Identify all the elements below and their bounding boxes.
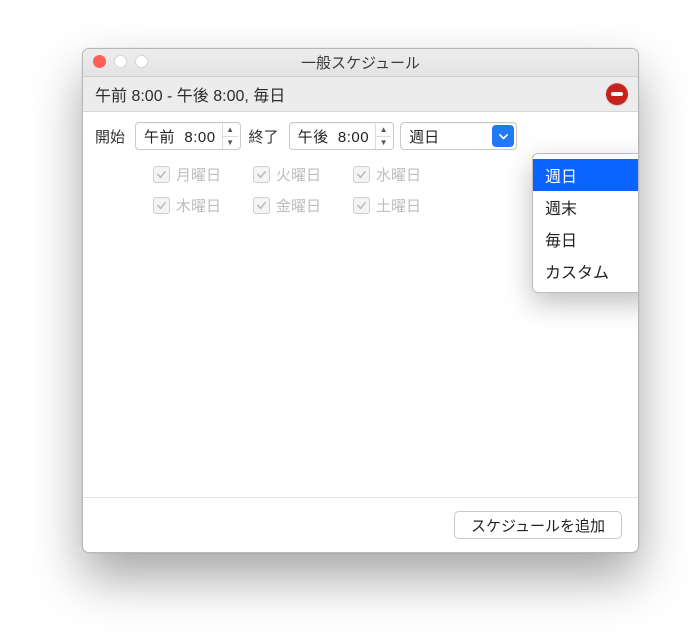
end-time-step-down[interactable]: ▼	[376, 137, 391, 149]
delete-schedule-button[interactable]	[606, 83, 628, 105]
start-time-value: 午前 8:00	[144, 126, 216, 147]
repeat-menu-item[interactable]: 週日	[533, 159, 639, 191]
traffic-lights	[93, 55, 148, 68]
start-time-field[interactable]: 午前 8:00 ▲ ▼	[135, 122, 241, 150]
close-window-button[interactable]	[93, 55, 106, 68]
day-label: 金曜日	[276, 195, 321, 216]
end-time-step-up[interactable]: ▲	[376, 124, 391, 137]
day-checkbox[interactable]: 水曜日	[353, 164, 453, 185]
day-label: 水曜日	[376, 164, 421, 185]
titlebar: 一般スケジュール	[83, 49, 638, 77]
chevron-down-icon	[498, 131, 509, 142]
day-checkbox[interactable]: 金曜日	[253, 195, 353, 216]
day-label: 木曜日	[176, 195, 221, 216]
repeat-combo[interactable]: 週日	[400, 122, 517, 150]
time-row: 開始 午前 8:00 ▲ ▼ 終了 午後 8:00 ▲ ▼ 週日	[95, 122, 626, 150]
checkbox-icon	[253, 166, 270, 183]
repeat-combo-open-button[interactable]	[492, 125, 514, 147]
repeat-combo-value: 週日	[409, 126, 439, 147]
day-checkbox[interactable]: 火曜日	[253, 164, 353, 185]
repeat-menu-item[interactable]: カスタム	[533, 255, 639, 287]
start-time-stepper: ▲ ▼	[222, 124, 238, 149]
add-schedule-button[interactable]: スケジュールを追加	[454, 511, 622, 539]
schedule-summary-row: 午前 8:00 - 午後 8:00, 毎日	[83, 77, 638, 112]
checkbox-icon	[353, 197, 370, 214]
minimize-window-button[interactable]	[114, 55, 127, 68]
day-checkbox[interactable]: 土曜日	[353, 195, 453, 216]
day-checkbox[interactable]: 月曜日	[153, 164, 253, 185]
end-label: 終了	[249, 126, 279, 147]
checkbox-icon	[253, 197, 270, 214]
start-time-step-down[interactable]: ▼	[223, 137, 238, 149]
zoom-window-button[interactable]	[135, 55, 148, 68]
day-label: 土曜日	[376, 195, 421, 216]
end-time-value: 午後 8:00	[298, 126, 370, 147]
day-label: 月曜日	[176, 164, 221, 185]
day-checkbox[interactable]: 木曜日	[153, 195, 253, 216]
minus-icon	[611, 92, 623, 96]
start-time-step-up[interactable]: ▲	[223, 124, 238, 137]
repeat-combo-menu: 週日週末毎日カスタム	[532, 153, 639, 293]
day-label: 火曜日	[276, 164, 321, 185]
repeat-menu-item[interactable]: 毎日	[533, 223, 639, 255]
window-frame: 一般スケジュール 午前 8:00 - 午後 8:00, 毎日 開始 午前 8:0…	[82, 48, 639, 553]
schedule-summary-text: 午前 8:00 - 午後 8:00, 毎日	[95, 82, 285, 106]
repeat-menu-item[interactable]: 週末	[533, 191, 639, 223]
window-title: 一般スケジュール	[301, 52, 420, 73]
checkbox-icon	[153, 197, 170, 214]
footer: スケジュールを追加	[83, 497, 638, 552]
end-time-stepper: ▲ ▼	[375, 124, 391, 149]
checkbox-icon	[153, 166, 170, 183]
end-time-field[interactable]: 午後 8:00 ▲ ▼	[289, 122, 395, 150]
checkbox-icon	[353, 166, 370, 183]
start-label: 開始	[95, 126, 125, 147]
